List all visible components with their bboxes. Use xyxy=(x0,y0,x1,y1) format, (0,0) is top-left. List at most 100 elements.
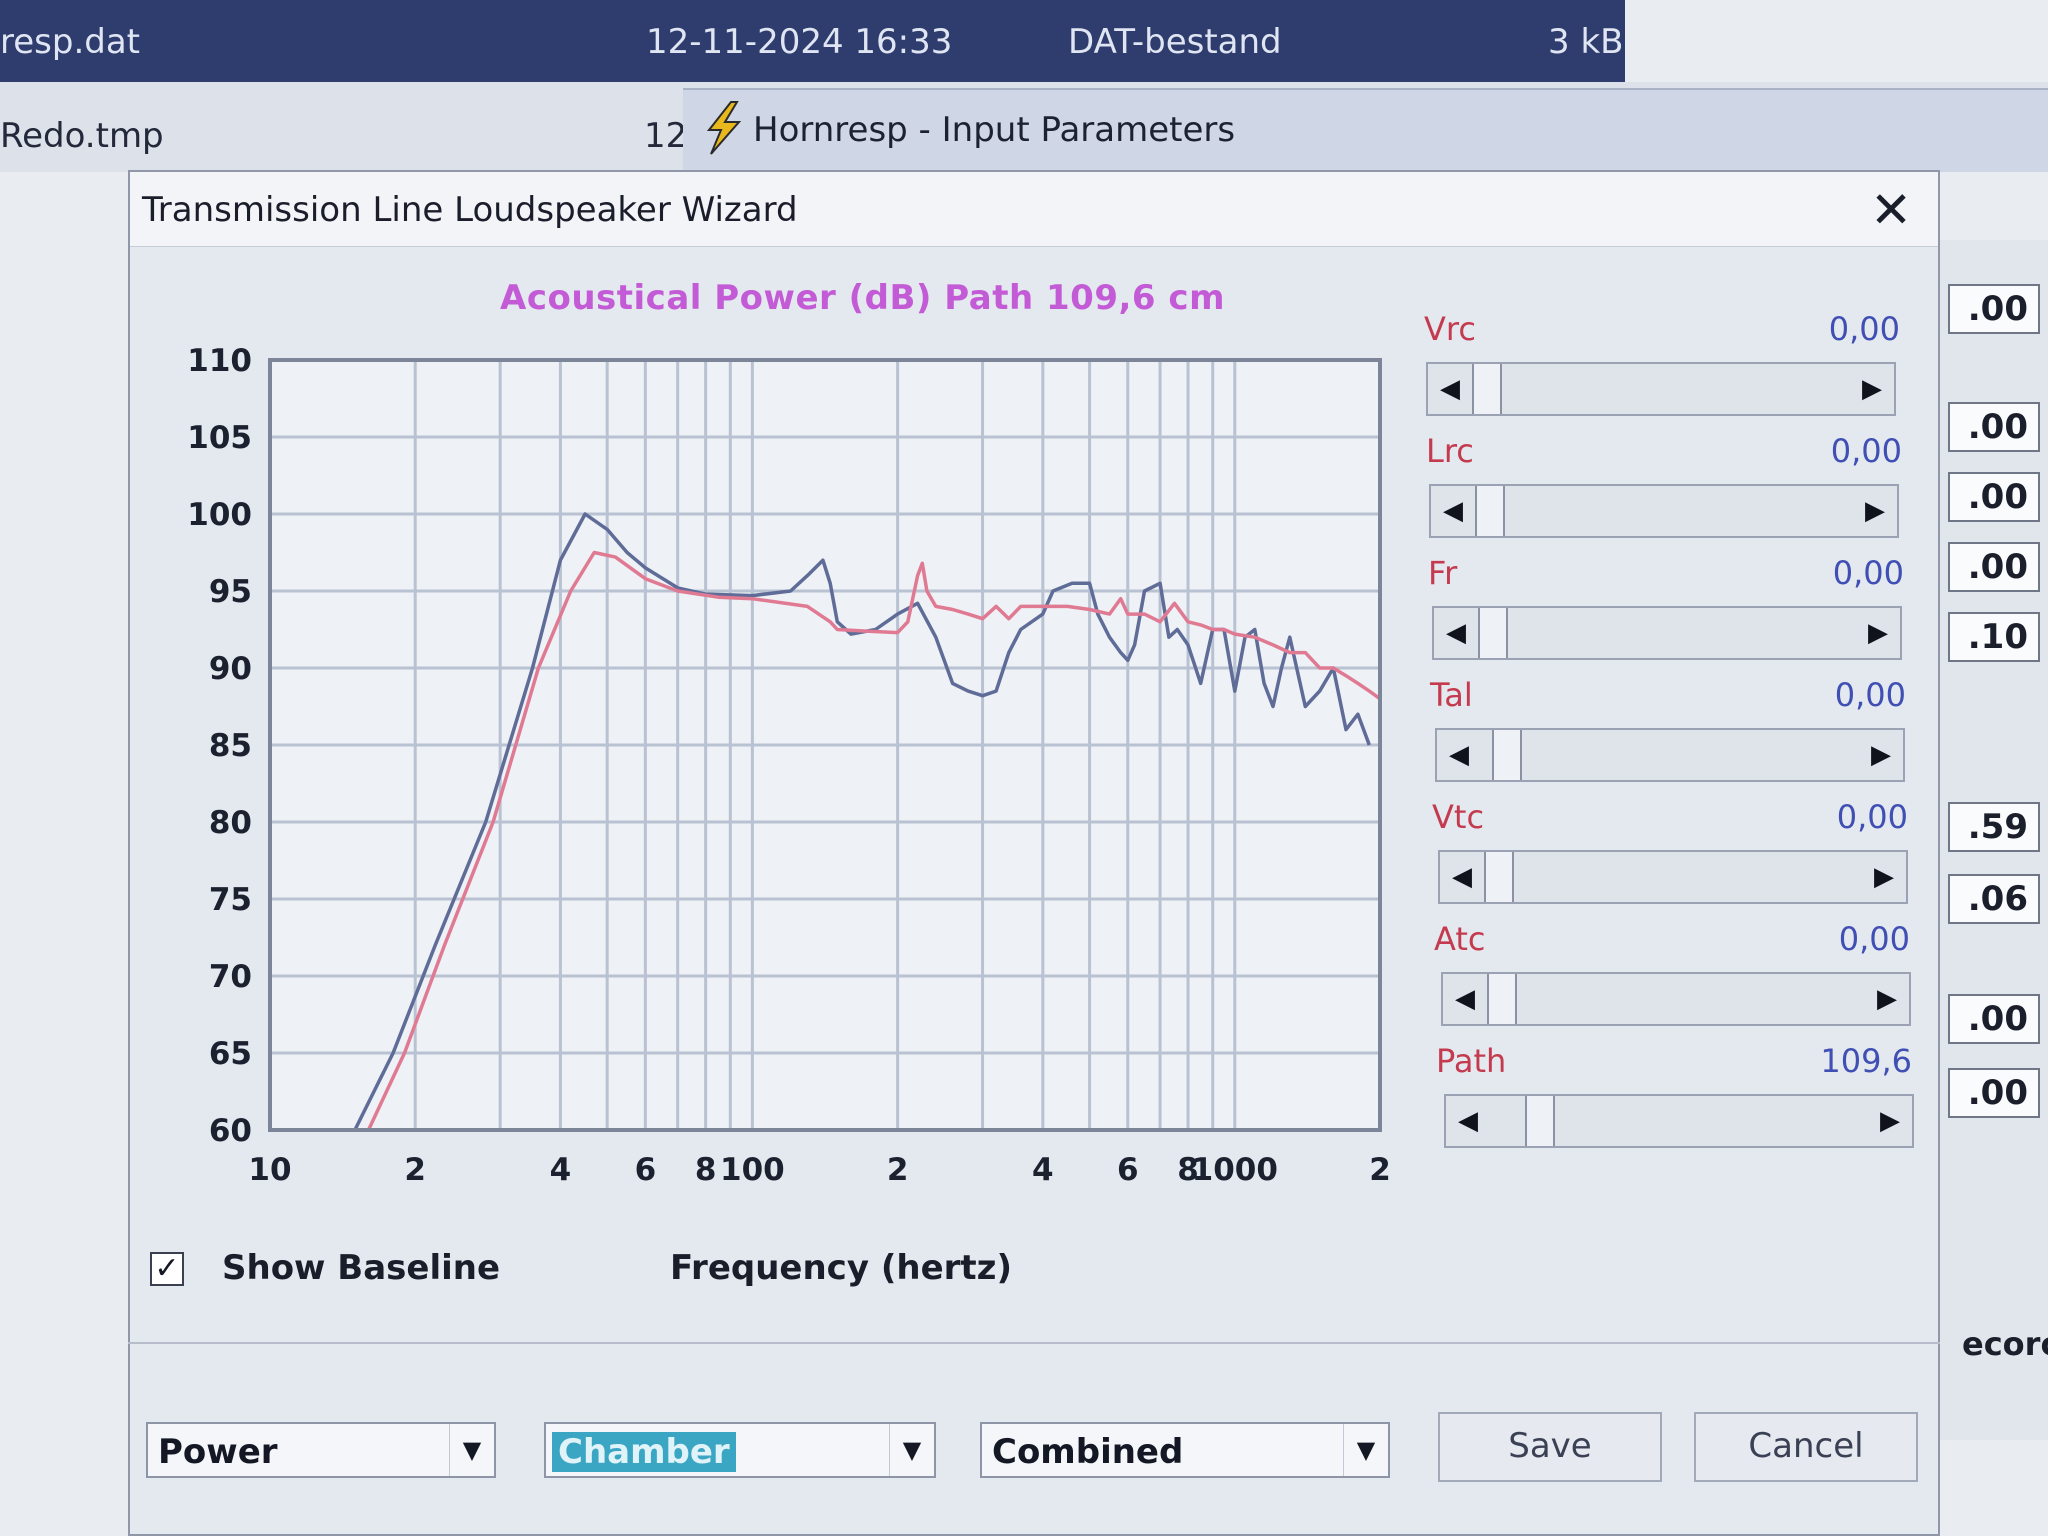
param-label-atc: Atc xyxy=(1434,920,1486,958)
slider-vrc[interactable]: ◀ ▶ xyxy=(1426,362,1896,416)
slider-left-arrow-icon[interactable]: ◀ xyxy=(1428,364,1472,414)
slider-left-arrow-icon[interactable]: ◀ xyxy=(1440,852,1484,902)
background-field[interactable]: .00 xyxy=(1948,542,2040,592)
slider-lrc[interactable]: ◀ ▶ xyxy=(1429,484,1899,538)
param-label-fr: Fr xyxy=(1428,554,1458,592)
slider-thumb[interactable] xyxy=(1525,1096,1556,1146)
slider-right-arrow-icon[interactable]: ▶ xyxy=(1856,608,1900,658)
slider-atc[interactable]: ◀ ▶ xyxy=(1441,972,1911,1026)
mode-combobox-value: Power xyxy=(158,1432,278,1472)
slider-right-arrow-icon[interactable]: ▶ xyxy=(1850,364,1894,414)
background-field[interactable]: .00 xyxy=(1948,1068,2040,1118)
x-tick-label: 4 xyxy=(550,1152,572,1188)
x-tick-label: 2 xyxy=(887,1152,909,1188)
window-title: Hornresp - Input Parameters xyxy=(753,110,1236,150)
param-value-fr: 0,00 xyxy=(1832,554,1904,592)
chart-grid xyxy=(268,358,1382,1132)
hornresp-input-parameters-titlebar[interactable]: Hornresp - Input Parameters xyxy=(683,88,2048,172)
x-axis-label: Frequency (hertz) xyxy=(670,1248,1012,1288)
dialog-title: Transmission Line Loudspeaker Wizard xyxy=(142,190,798,230)
param-value-lrc: 0,00 xyxy=(1830,432,1902,470)
slider-thumb[interactable] xyxy=(1475,486,1505,536)
x-tick-label: 6 xyxy=(635,1152,657,1188)
param-value-vrc: 0,00 xyxy=(1828,310,1900,348)
slider-thumb[interactable] xyxy=(1478,608,1508,658)
slider-path[interactable]: ◀ ▶ xyxy=(1444,1094,1914,1148)
y-tick-label: 90 xyxy=(209,651,252,687)
save-button[interactable]: Save xyxy=(1438,1412,1662,1482)
param-value-atc: 0,00 xyxy=(1838,920,1910,958)
y-tick-label: 110 xyxy=(187,343,252,379)
frequency-response-chart: 1101051009590858075706560 10 2 4 6 8 100 2 4 6 81… xyxy=(187,343,1391,1188)
x-tick-label: 10 xyxy=(248,1152,291,1188)
combined-combobox-value: Combined xyxy=(992,1432,1184,1472)
combined-combobox[interactable]: Combined ▼ xyxy=(980,1422,1390,1478)
background-field[interactable]: .10 xyxy=(1948,612,2040,662)
slider-right-arrow-icon[interactable]: ▶ xyxy=(1868,1096,1912,1146)
param-label-vrc: Vrc xyxy=(1424,310,1476,348)
slider-thumb[interactable] xyxy=(1484,852,1514,902)
file-name: resp.dat xyxy=(0,22,141,62)
x-axis-ticks: 10 2 4 6 8 100 2 4 6 81000 2 xyxy=(248,1152,1390,1188)
y-tick-label: 65 xyxy=(209,1036,252,1072)
slider-left-arrow-icon[interactable]: ◀ xyxy=(1431,486,1475,536)
slider-right-arrow-icon[interactable]: ▶ xyxy=(1859,730,1903,780)
slider-right-arrow-icon[interactable]: ▶ xyxy=(1862,852,1906,902)
y-tick-label: 70 xyxy=(209,959,252,995)
param-label-vtc: Vtc xyxy=(1432,798,1485,836)
background-field[interactable]: .59 xyxy=(1948,802,2040,852)
file-date: 12 xyxy=(644,116,688,156)
slider-vtc[interactable]: ◀ ▶ xyxy=(1438,850,1908,904)
x-tick-label: 8 xyxy=(695,1152,717,1188)
background-record-label: ecorc xyxy=(1962,1325,2048,1363)
x-tick-label: 2 xyxy=(404,1152,426,1188)
slider-thumb[interactable] xyxy=(1472,364,1502,414)
mode-combobox[interactable]: Power ▼ xyxy=(146,1422,496,1478)
background-field[interactable]: .00 xyxy=(1948,402,2040,452)
slider-tal[interactable]: ◀ ▶ xyxy=(1435,728,1905,782)
param-label-lrc: Lrc xyxy=(1426,432,1474,470)
file-row-resp-dat[interactable]: resp.dat 12-11-2024 16:33 DAT-bestand 3 … xyxy=(0,0,1625,82)
slider-right-arrow-icon[interactable]: ▶ xyxy=(1865,974,1909,1024)
chamber-combobox[interactable]: Chamber ▼ xyxy=(544,1422,936,1478)
slider-left-arrow-icon[interactable]: ◀ xyxy=(1437,730,1481,780)
hornresp-logo-icon xyxy=(701,100,745,165)
dialog-titlebar[interactable]: Transmission Line Loudspeaker Wizard ✕ xyxy=(130,172,1938,247)
y-tick-label: 80 xyxy=(209,805,252,841)
background-field[interactable]: .06 xyxy=(1948,874,2040,924)
show-baseline-label[interactable]: Show Baseline xyxy=(222,1248,500,1288)
param-value-vtc: 0,00 xyxy=(1836,798,1908,836)
x-tick-label: 100 xyxy=(720,1152,785,1188)
slider-right-arrow-icon[interactable]: ▶ xyxy=(1853,486,1897,536)
cancel-button[interactable]: Cancel xyxy=(1694,1412,1918,1482)
slider-fr[interactable]: ◀ ▶ xyxy=(1432,606,1902,660)
background-field[interactable]: .00 xyxy=(1948,472,2040,522)
slider-thumb[interactable] xyxy=(1487,974,1517,1024)
slider-left-arrow-icon[interactable]: ◀ xyxy=(1434,608,1478,658)
chevron-down-icon[interactable]: ▼ xyxy=(1343,1424,1388,1476)
y-tick-label: 95 xyxy=(209,574,252,610)
y-tick-label: 85 xyxy=(209,728,252,764)
file-name: Redo.tmp xyxy=(0,116,164,156)
x-tick-label: 2 xyxy=(1369,1152,1391,1188)
show-baseline-checkbox[interactable]: ✓ xyxy=(150,1252,184,1286)
background-field[interactable]: .00 xyxy=(1948,994,2040,1044)
slider-thumb[interactable] xyxy=(1491,730,1522,780)
y-tick-label: 75 xyxy=(209,882,252,918)
background-field[interactable]: .00 xyxy=(1948,284,2040,334)
slider-left-arrow-icon[interactable]: ◀ xyxy=(1446,1096,1490,1146)
close-button[interactable]: ✕ xyxy=(1870,180,1912,240)
chevron-down-icon[interactable]: ▼ xyxy=(449,1424,494,1476)
x-tick-label: 1000 xyxy=(1192,1152,1278,1188)
chamber-combobox-value: Chamber xyxy=(552,1432,736,1472)
x-tick-label: 6 xyxy=(1117,1152,1139,1188)
file-date: 12-11-2024 16:33 xyxy=(646,22,953,62)
param-label-tal: Tal xyxy=(1430,676,1473,714)
param-value-tal: 0,00 xyxy=(1834,676,1906,714)
chevron-down-icon[interactable]: ▼ xyxy=(889,1424,934,1476)
param-value-path: 109,6 xyxy=(1820,1042,1912,1080)
param-label-path: Path xyxy=(1436,1042,1507,1080)
x-tick-label: 4 xyxy=(1032,1152,1054,1188)
slider-left-arrow-icon[interactable]: ◀ xyxy=(1443,974,1487,1024)
y-tick-label: 105 xyxy=(187,420,252,456)
